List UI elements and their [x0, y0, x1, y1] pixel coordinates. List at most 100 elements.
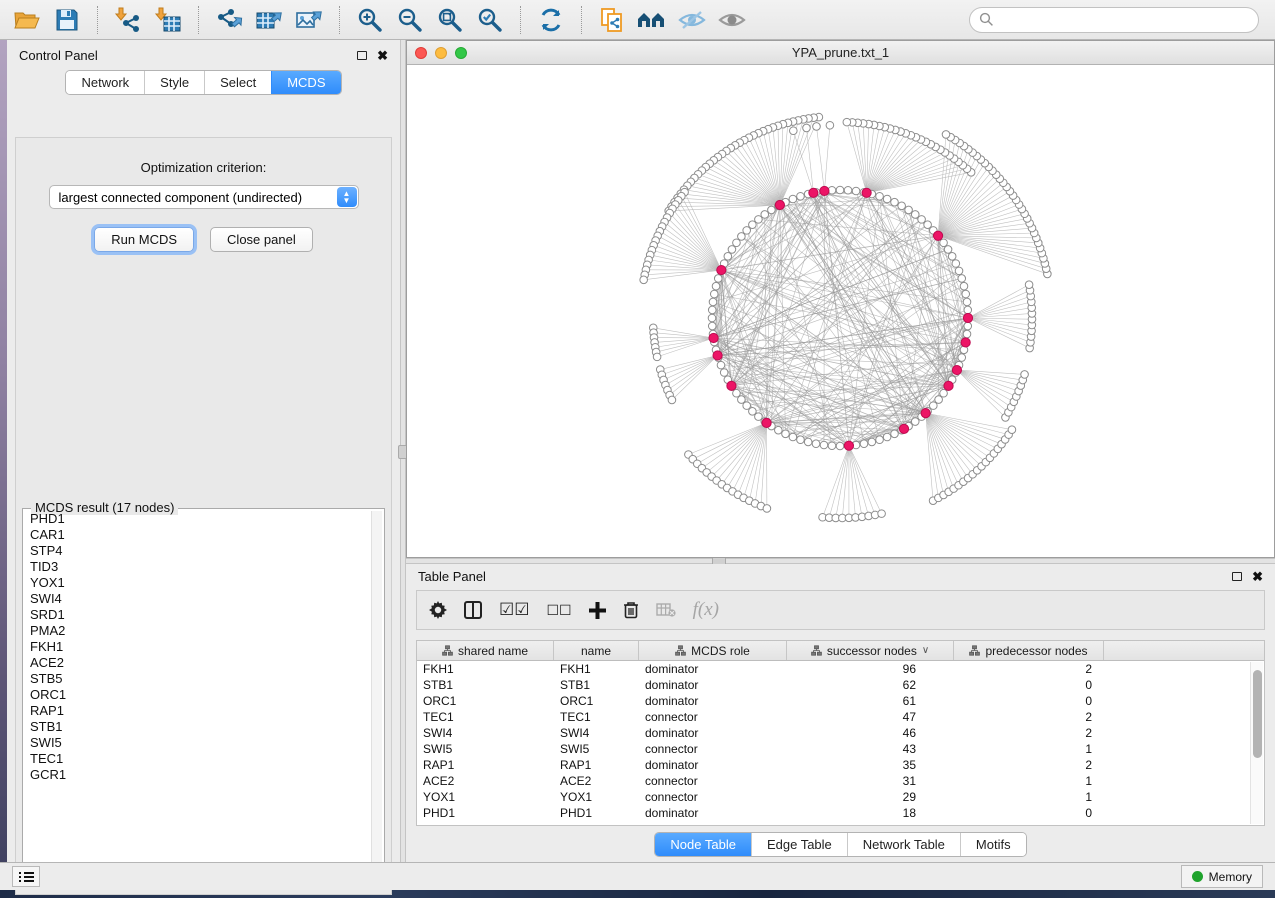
- network-window-titlebar[interactable]: YPA_prune.txt_1: [407, 41, 1274, 65]
- table-row[interactable]: RAP1RAP1dominator352: [417, 757, 1264, 773]
- network-node[interactable]: [955, 267, 963, 275]
- mcds-result-item[interactable]: STB5: [25, 671, 370, 687]
- network-node[interactable]: [708, 322, 716, 330]
- network-node[interactable]: [782, 430, 790, 438]
- mcds-hub-node[interactable]: [727, 381, 736, 390]
- network-node[interactable]: [876, 192, 884, 200]
- network-node[interactable]: [940, 239, 948, 247]
- mcds-result-list[interactable]: PHD1CAR1STP4TID3YOX1SWI4SRD1PMA2FKH1ACE2…: [25, 511, 370, 873]
- table-row[interactable]: FKH1FKH1dominator962: [417, 661, 1264, 677]
- mcds-hub-node[interactable]: [921, 409, 930, 418]
- mcds-result-scrollbar[interactable]: [371, 511, 382, 873]
- network-node[interactable]: [844, 186, 852, 194]
- select-all-checkboxes-icon[interactable]: ☑☑: [499, 598, 529, 622]
- network-node[interactable]: [944, 246, 952, 254]
- network-node[interactable]: [891, 198, 899, 206]
- add-column-icon[interactable]: [589, 598, 606, 622]
- network-node[interactable]: [812, 440, 820, 448]
- mcds-result-item[interactable]: STP4: [25, 543, 370, 559]
- export-image-icon[interactable]: [292, 5, 326, 35]
- network-node[interactable]: [883, 433, 891, 441]
- optimization-criterion-select[interactable]: largest connected component (undirected)…: [49, 185, 359, 209]
- network-node[interactable]: [963, 330, 971, 338]
- network-node[interactable]: [789, 195, 797, 203]
- mcds-hub-node[interactable]: [862, 188, 871, 197]
- apply-preferred-layout-icon[interactable]: [534, 5, 568, 35]
- mcds-hub-node[interactable]: [961, 338, 970, 347]
- network-node[interactable]: [898, 202, 906, 210]
- network-node[interactable]: [720, 369, 728, 377]
- network-node[interactable]: [775, 426, 783, 434]
- close-panel-button[interactable]: Close panel: [210, 227, 313, 252]
- import-table-from-file-icon[interactable]: [151, 5, 185, 35]
- tab-network-table[interactable]: Network Table: [847, 833, 960, 856]
- mcds-result-item[interactable]: FKH1: [25, 639, 370, 655]
- network-node[interactable]: [755, 413, 763, 421]
- save-session-icon[interactable]: [50, 5, 84, 35]
- mcds-hub-node[interactable]: [944, 381, 953, 390]
- column-visibility-icon[interactable]: [464, 598, 482, 622]
- tab-node-table[interactable]: Node Table: [655, 833, 751, 856]
- network-node[interactable]: [911, 211, 919, 219]
- close-panel-icon[interactable]: ✖: [1252, 570, 1263, 583]
- network-node[interactable]: [708, 306, 716, 314]
- network-node[interactable]: [836, 186, 844, 194]
- network-satellite-node[interactable]: [878, 510, 886, 518]
- mcds-hub-node[interactable]: [952, 365, 961, 374]
- mcds-hub-node[interactable]: [775, 200, 784, 209]
- network-node[interactable]: [958, 354, 966, 362]
- network-node[interactable]: [935, 396, 943, 404]
- mcds-hub-node[interactable]: [809, 188, 818, 197]
- float-panel-icon[interactable]: [1232, 572, 1242, 581]
- network-satellite-node[interactable]: [1008, 426, 1016, 434]
- network-node[interactable]: [905, 206, 913, 214]
- network-node[interactable]: [962, 290, 970, 298]
- network-node[interactable]: [733, 389, 741, 397]
- zoom-in-icon[interactable]: [353, 5, 387, 35]
- run-mcds-button[interactable]: Run MCDS: [94, 227, 194, 252]
- mcds-hub-node[interactable]: [933, 231, 942, 240]
- table-row[interactable]: SWI4SWI4dominator462: [417, 725, 1264, 741]
- mcds-hub-node[interactable]: [844, 441, 853, 450]
- network-node[interactable]: [876, 436, 884, 444]
- tab-edge-table[interactable]: Edge Table: [751, 833, 847, 856]
- network-node[interactable]: [883, 195, 891, 203]
- network-node[interactable]: [710, 290, 718, 298]
- network-node[interactable]: [797, 436, 805, 444]
- mcds-result-item[interactable]: PHD1: [25, 511, 370, 527]
- network-node[interactable]: [712, 282, 720, 290]
- network-satellite-node[interactable]: [826, 121, 834, 129]
- network-node[interactable]: [948, 253, 956, 261]
- mcds-result-item[interactable]: STB1: [25, 719, 370, 735]
- mcds-result-item[interactable]: GCR1: [25, 767, 370, 783]
- network-satellite-node[interactable]: [813, 123, 821, 131]
- mcds-result-item[interactable]: SWI4: [25, 591, 370, 607]
- network-node[interactable]: [860, 440, 868, 448]
- first-neighbors-icon[interactable]: [635, 5, 669, 35]
- network-node[interactable]: [958, 275, 966, 283]
- search-input[interactable]: [994, 13, 1249, 27]
- export-network-icon[interactable]: [212, 5, 246, 35]
- network-node[interactable]: [963, 298, 971, 306]
- network-node[interactable]: [717, 361, 725, 369]
- network-node[interactable]: [804, 438, 812, 446]
- mcds-result-item[interactable]: RAP1: [25, 703, 370, 719]
- network-satellite-node[interactable]: [942, 131, 950, 139]
- zoom-out-icon[interactable]: [393, 5, 427, 35]
- table-row[interactable]: TEC1TEC1connector472: [417, 709, 1264, 725]
- tab-mcds[interactable]: MCDS: [271, 71, 340, 94]
- network-node[interactable]: [761, 211, 769, 219]
- column-header-name[interactable]: name: [554, 641, 639, 660]
- network-node[interactable]: [918, 216, 926, 224]
- network-graph-canvas[interactable]: [407, 66, 1274, 557]
- network-satellite-node[interactable]: [790, 127, 798, 135]
- table-row[interactable]: PHD1PHD1dominator180: [417, 805, 1264, 821]
- search-field[interactable]: [969, 7, 1259, 33]
- column-header-predecessor-nodes[interactable]: predecessor nodes: [954, 641, 1104, 660]
- mcds-result-item[interactable]: TID3: [25, 559, 370, 575]
- table-row[interactable]: YOX1YOX1connector291: [417, 789, 1264, 805]
- network-node[interactable]: [724, 253, 732, 261]
- network-node[interactable]: [738, 233, 746, 241]
- hide-selected-icon[interactable]: [675, 5, 709, 35]
- table-row[interactable]: ORC1ORC1dominator610: [417, 693, 1264, 709]
